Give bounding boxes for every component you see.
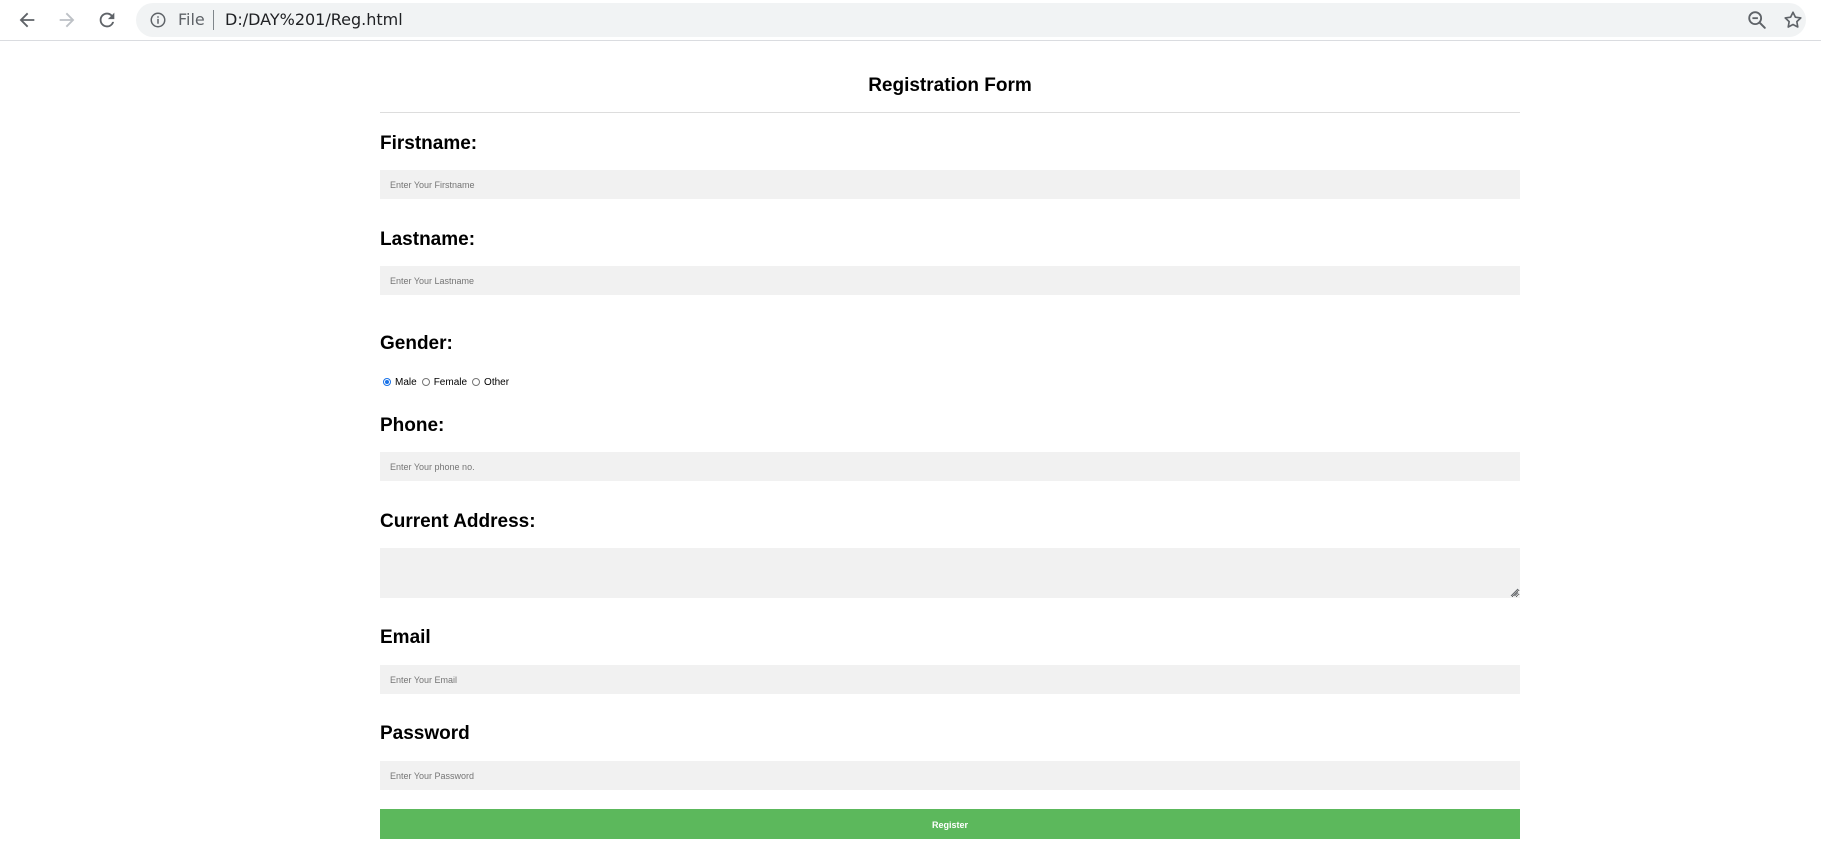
star-icon[interactable] [1782, 9, 1804, 31]
phone-label: Phone: [380, 415, 445, 436]
browser-toolbar: File D:/DAY%201/Reg.html [0, 0, 1821, 41]
forward-arrow-icon [59, 12, 75, 28]
lastname-label: Lastname: [380, 229, 476, 250]
page-content: Registration Form Firstname: Lastname: G… [0, 41, 1821, 861]
register-button[interactable]: Register [380, 809, 1520, 839]
password-label: Password [380, 723, 470, 744]
phone-input[interactable] [380, 452, 1520, 481]
email-input[interactable] [380, 665, 1520, 694]
gender-label: Gender: [380, 333, 453, 354]
zoom-out-icon[interactable] [1746, 9, 1768, 31]
back-arrow-icon [19, 12, 35, 28]
gender-option-label: Other [484, 376, 510, 388]
gender-option-label: Male [395, 376, 417, 388]
url-scheme-label: File [178, 10, 205, 29]
address-textarea-wrap [380, 548, 1520, 598]
gender-radio-group: Male Female Other [380, 375, 509, 389]
address-label: Current Address: [380, 511, 536, 532]
gender-radio-other[interactable] [472, 378, 481, 386]
lastname-input[interactable] [380, 266, 1520, 295]
url-text[interactable]: D:/DAY%201/Reg.html [225, 11, 403, 29]
form-title: Registration Form [868, 75, 1032, 96]
title-divider [380, 112, 1520, 113]
reload-button[interactable] [91, 4, 123, 36]
firstname-label: Firstname: [380, 133, 478, 154]
forward-button[interactable] [51, 4, 83, 36]
gender-radio-male[interactable] [383, 378, 391, 386]
reload-icon [99, 12, 115, 28]
address-bar[interactable]: File D:/DAY%201/Reg.html [136, 3, 1806, 37]
gender-radio-female[interactable] [421, 378, 430, 386]
gender-option-label: Female [433, 376, 468, 388]
resize-grip-icon[interactable] [1510, 588, 1519, 597]
info-icon[interactable] [149, 11, 167, 29]
firstname-input[interactable] [380, 170, 1520, 199]
url-separator [213, 10, 214, 30]
back-button[interactable] [11, 4, 43, 36]
email-label: Email [380, 627, 431, 648]
password-input[interactable] [380, 761, 1520, 790]
address-textarea[interactable] [380, 548, 1520, 598]
